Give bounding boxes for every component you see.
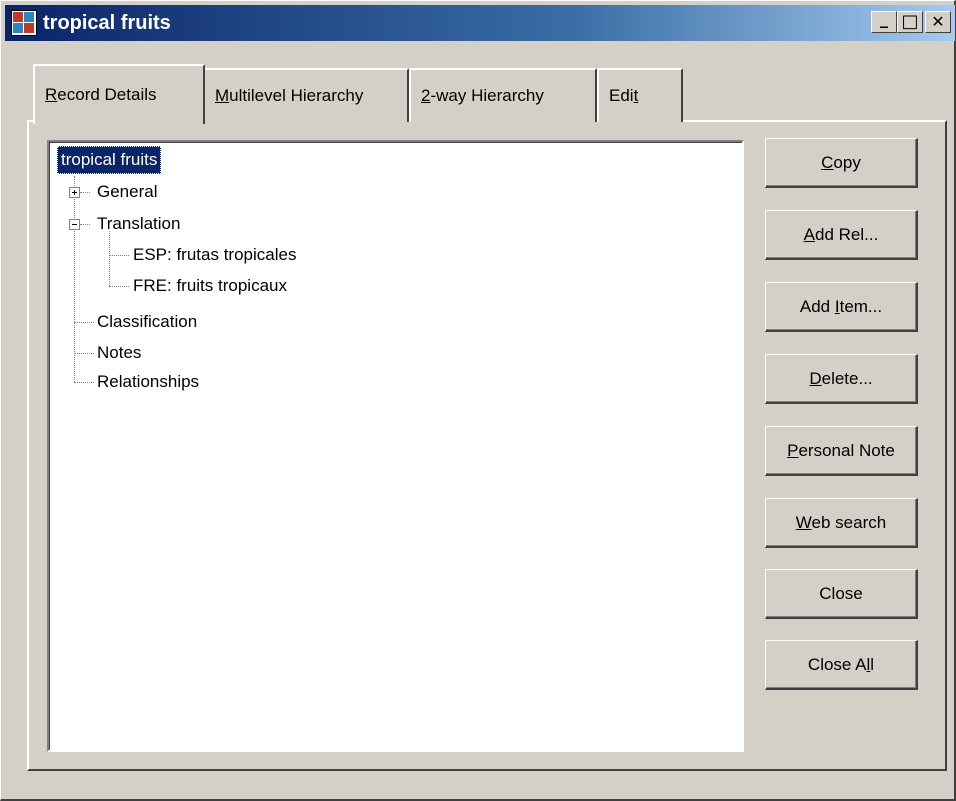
dialog-window: tropical fruits _ □ ✕ Record Details Mul…	[0, 0, 956, 801]
add-rel-button[interactable]: Add Rel...	[765, 210, 918, 260]
tree-node-fre[interactable]: FRE: fruits tropicaux	[133, 272, 287, 300]
tree-line	[109, 231, 110, 286]
close-window-button[interactable]: ✕	[925, 11, 951, 33]
button-label: Add Rel...	[803, 224, 879, 244]
web-search-button[interactable]: Web search	[765, 498, 918, 548]
window-title: tropical fruits	[43, 11, 171, 34]
close-icon: ✕	[931, 12, 945, 31]
tree-line	[74, 382, 94, 383]
button-label: Personal Note	[787, 440, 895, 460]
button-label: Web search	[795, 512, 887, 532]
tree-line	[80, 224, 90, 225]
record-tree[interactable]: tropical fruits General Translation ESP:…	[47, 140, 744, 752]
tree-node-root[interactable]: tropical fruits	[57, 146, 162, 174]
delete-button[interactable]: Delete...	[765, 354, 918, 404]
button-label: Delete...	[809, 368, 873, 388]
tab-edit[interactable]: Edit	[597, 68, 683, 122]
copy-button[interactable]: Copy	[765, 138, 918, 188]
tree-node-relationships[interactable]: Relationships	[97, 368, 199, 396]
button-label: Add Item...	[799, 296, 883, 316]
tree-line	[74, 322, 94, 323]
tree-node-notes[interactable]: Notes	[97, 339, 141, 367]
app-icon	[11, 10, 37, 36]
collapse-minus-icon[interactable]	[69, 219, 80, 230]
button-label: Copy	[821, 152, 861, 172]
tab-multilevel-hierarchy[interactable]: Multilevel Hierarchy	[203, 68, 409, 122]
tree-node-esp[interactable]: ESP: frutas tropicales	[133, 241, 296, 269]
personal-note-button[interactable]: Personal Note	[765, 426, 918, 476]
maximize-button[interactable]: □	[897, 11, 923, 33]
tab-record-details[interactable]: Record Details	[33, 64, 205, 124]
button-label: Close	[819, 583, 863, 603]
tree-line	[74, 353, 94, 354]
title-bar[interactable]: tropical fruits _ □ ✕	[5, 5, 955, 41]
minimize-icon: _	[880, 9, 888, 28]
tree-line	[109, 286, 129, 287]
tree-node-translation[interactable]: Translation	[97, 210, 180, 238]
tree-node-general[interactable]: General	[97, 178, 157, 206]
maximize-icon: □	[901, 11, 919, 32]
tab-2-way-hierarchy[interactable]: 2-way Hierarchy	[409, 68, 597, 122]
minimize-button[interactable]: _	[871, 11, 897, 33]
tab-label: Edit	[609, 86, 639, 105]
expand-plus-icon[interactable]	[69, 187, 80, 198]
tree-line	[80, 192, 90, 193]
tree-node-classification[interactable]: Classification	[97, 308, 197, 336]
button-label: Close All	[807, 654, 875, 674]
tab-label: Multilevel Hierarchy	[215, 86, 364, 105]
window-controls: _ □ ✕	[871, 11, 951, 33]
tree-line	[74, 176, 75, 382]
tab-label: 2-way Hierarchy	[421, 86, 544, 105]
close-button[interactable]: Close	[765, 569, 918, 619]
add-item-button[interactable]: Add Item...	[765, 282, 918, 332]
close-all-button[interactable]: Close All	[765, 640, 918, 690]
tab-label: Record Details	[45, 85, 157, 104]
tree-line	[109, 255, 129, 256]
